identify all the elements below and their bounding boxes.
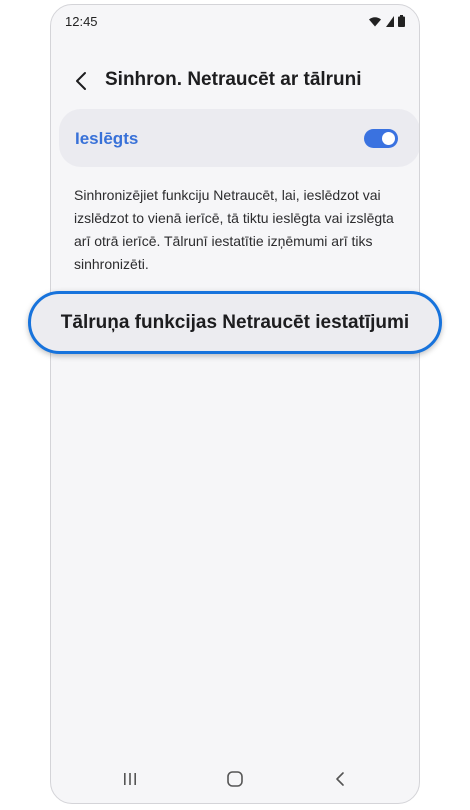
status-bar: 12:45 (51, 5, 419, 37)
master-toggle-row[interactable]: Ieslēgts (59, 109, 419, 167)
home-icon (227, 771, 243, 787)
phone-dnd-settings-button[interactable]: Tālruņa funkcijas Netraucēt iestatījumi (28, 291, 442, 354)
status-icons (368, 15, 405, 27)
phone-screen: 12:45 Sinhron. Netraucēt ar tālruni Iesl… (50, 4, 420, 804)
chevron-left-icon (76, 72, 86, 90)
switch-knob (382, 132, 395, 145)
back-nav-button[interactable] (328, 767, 352, 791)
page-title: Sinhron. Netraucēt ar tālruni (105, 69, 362, 90)
navigation-bar (51, 755, 419, 803)
battery-icon (398, 15, 405, 27)
description-text: Sinhronizējiet funkciju Netraucēt, lai, … (74, 187, 394, 272)
phone-dnd-settings-label: Tālruņa funkcijas Netraucēt iestatījumi (60, 311, 410, 333)
header: Sinhron. Netraucēt ar tālruni (51, 61, 419, 101)
wifi-icon (369, 16, 381, 26)
signal-icon (386, 15, 394, 27)
home-button[interactable] (223, 767, 247, 791)
recent-apps-button[interactable] (118, 767, 142, 791)
back-nav-icon (336, 772, 344, 786)
recent-apps-icon (124, 773, 136, 785)
status-time: 12:45 (65, 14, 98, 29)
toggle-label: Ieslēgts (75, 129, 139, 148)
back-button[interactable] (67, 67, 95, 95)
toggle-switch[interactable] (364, 129, 398, 148)
